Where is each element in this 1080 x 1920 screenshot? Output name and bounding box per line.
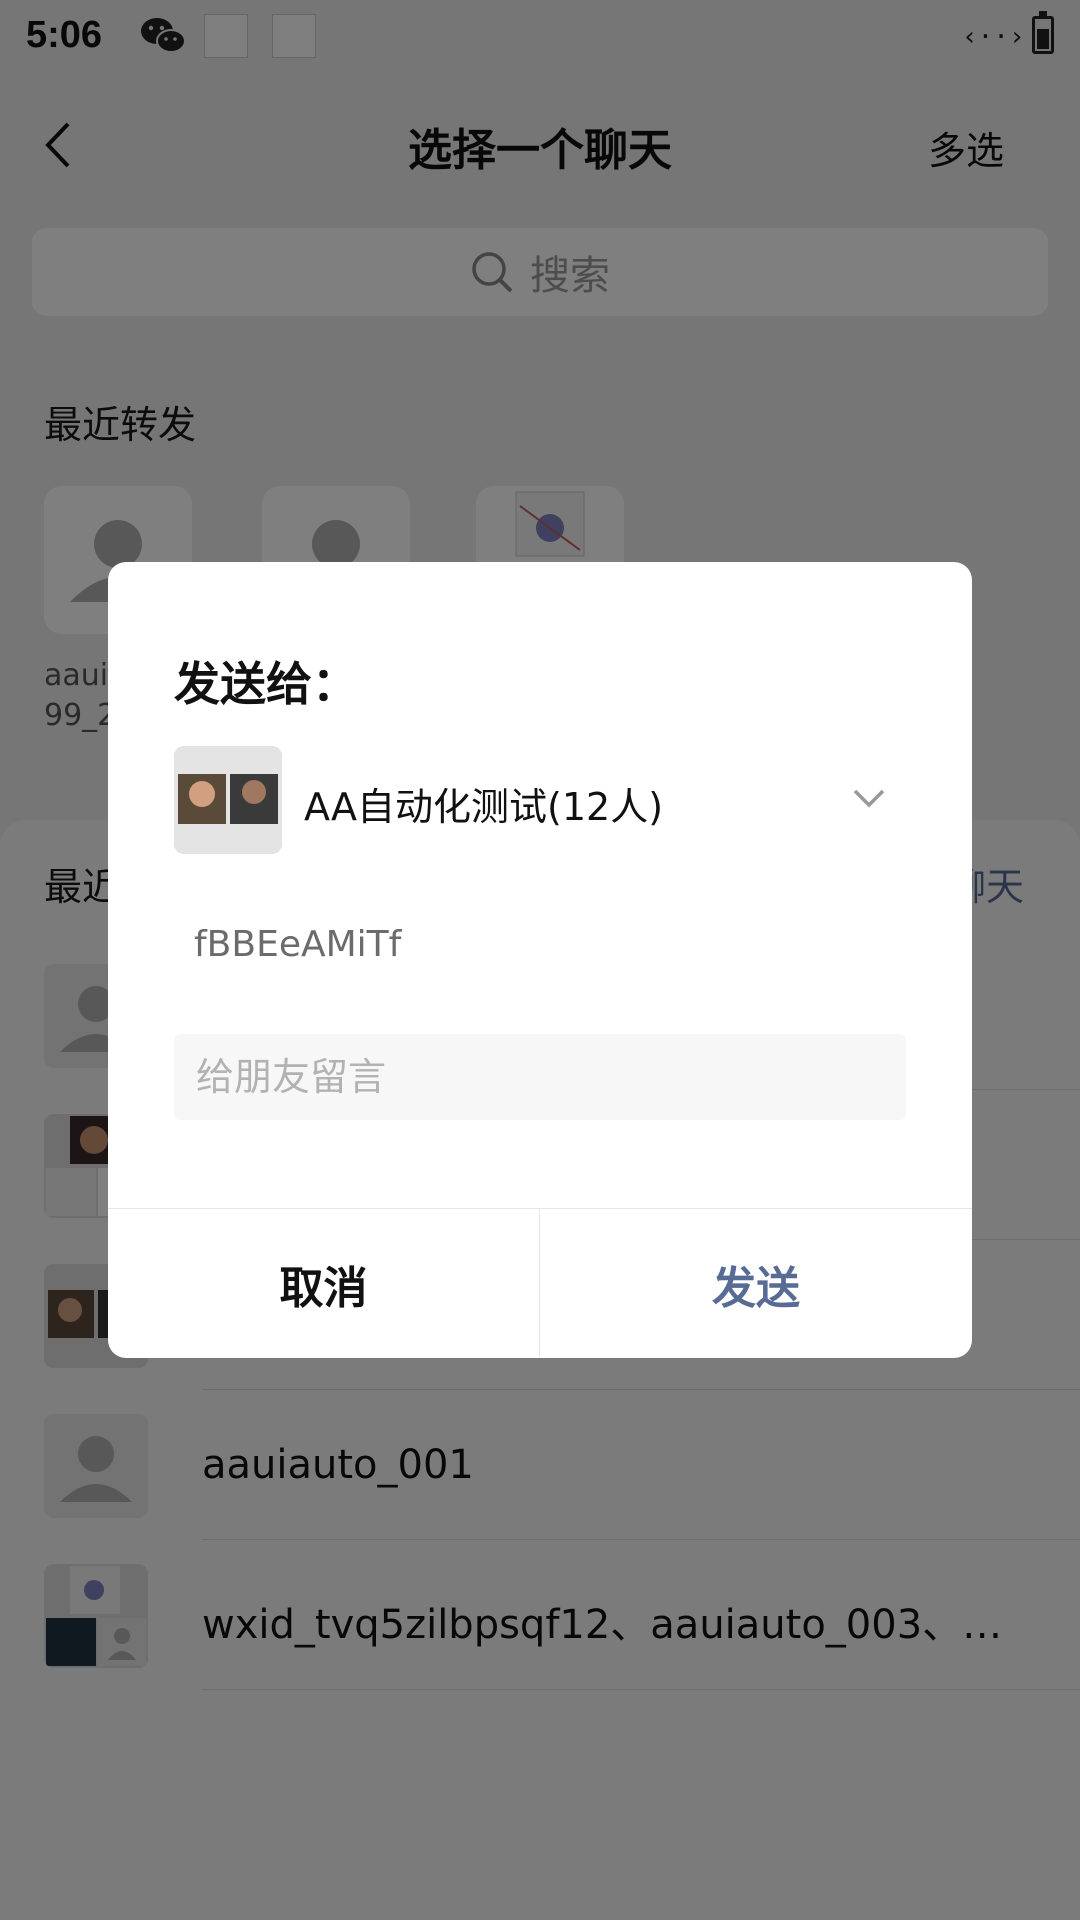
dialog-buttons: 取消 发送	[108, 1208, 972, 1358]
group-photo-icon	[174, 746, 282, 854]
leave-message-input[interactable]	[174, 1034, 906, 1120]
cancel-button[interactable]: 取消	[108, 1209, 540, 1358]
send-button[interactable]: 发送	[540, 1209, 972, 1358]
dialog-title: 发送给：	[174, 657, 358, 711]
recipient-name: AA自动化测试(12人)	[304, 785, 664, 829]
chevron-down-icon[interactable]	[852, 786, 886, 810]
message-preview: fBBEeAMiTf	[194, 924, 402, 965]
recipient-avatar	[174, 746, 282, 854]
send-dialog: 发送给： AA自动化测试(12人) fBBEeAMiTf 取消 发送	[108, 562, 972, 1358]
